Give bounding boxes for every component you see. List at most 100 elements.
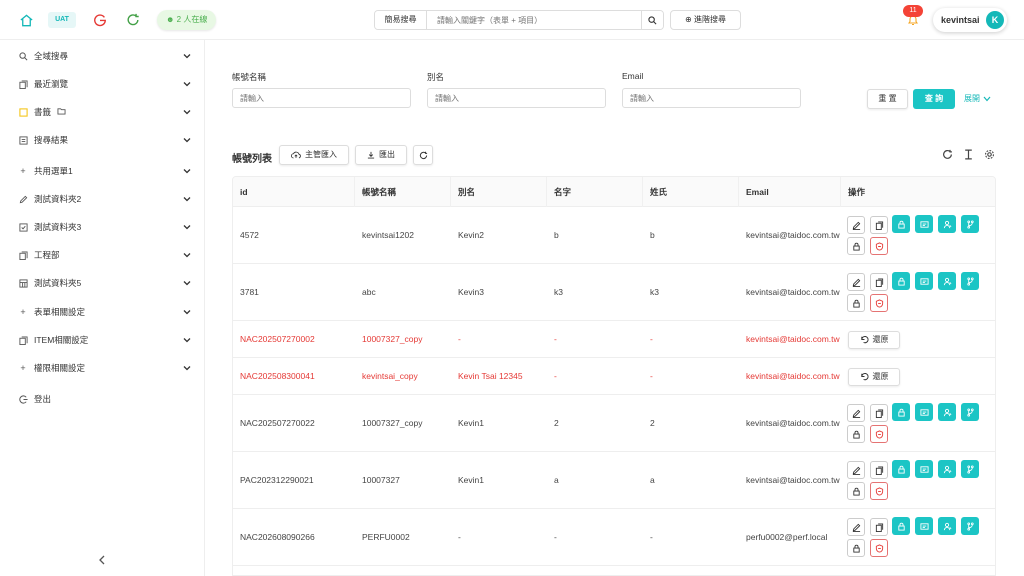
search-button[interactable] [641, 11, 663, 29]
column-header-account[interactable]: 帳號名稱 [355, 177, 451, 207]
cell-alias: - [458, 334, 461, 344]
shield-icon [875, 298, 884, 308]
column-header-alias[interactable]: 別名 [451, 177, 547, 207]
reset-password-button[interactable] [847, 237, 865, 255]
collapse-sidebar-button[interactable] [96, 554, 108, 566]
manager-import-button[interactable]: 主管匯入 [279, 145, 349, 165]
user-menu[interactable]: kevintsai K [933, 8, 1007, 32]
shield-icon [875, 241, 884, 251]
sidebar-item-test-folder-3[interactable]: 測試資料夾3 [0, 213, 205, 241]
cell-id: NAC202507270002 [240, 334, 315, 344]
branch-button[interactable] [961, 403, 979, 421]
sidebar-item-test-folder-2[interactable]: 測試資料夾2 [0, 185, 205, 213]
user-permission-button[interactable] [938, 403, 956, 421]
copy-button[interactable] [870, 518, 888, 536]
cell-last-name: - [650, 371, 653, 381]
notification-count: 11 [903, 5, 923, 17]
profile-card-button[interactable] [915, 403, 933, 421]
sidebar-item-global-search[interactable]: 全域搜尋 [0, 42, 205, 70]
reset-password-button[interactable] [847, 294, 865, 312]
branch-button[interactable] [961, 272, 979, 290]
sidebar-item-logout[interactable]: 登出 [0, 385, 205, 413]
alias-input[interactable] [427, 88, 606, 108]
sidebar-item-recent[interactable]: 最近瀏覽 [0, 70, 205, 98]
export-button[interactable]: 匯出 [355, 145, 407, 165]
column-height-icon[interactable] [962, 148, 974, 160]
lock-button[interactable] [892, 403, 910, 421]
branch-button[interactable] [961, 460, 979, 478]
reset-button[interactable]: 重 置 [867, 89, 908, 109]
sidebar-item-permission-settings[interactable]: + 權限相關設定 [0, 354, 205, 382]
profile-card-button[interactable] [915, 460, 933, 478]
pencil-icon [18, 194, 28, 204]
cell-email: kevintsai@taidoc.com.tw [746, 334, 840, 344]
account-name-input[interactable] [232, 88, 411, 108]
reset-password-button[interactable] [847, 539, 865, 557]
profile-card-button[interactable] [915, 517, 933, 535]
table-row[interactable]: NAC202507270022 10007327_copy Kevin1 2 2 kevi… [233, 395, 995, 452]
revoke-button[interactable] [870, 539, 888, 557]
sidebar-item-form-settings[interactable]: + 表單相關設定 [0, 298, 205, 326]
restore-button[interactable]: 還原 [848, 367, 900, 386]
search-mode-select[interactable]: 簡易搜尋 [375, 11, 427, 29]
copy-button[interactable] [870, 273, 888, 291]
online-users-badge[interactable]: ☻ 2 人在線 [157, 10, 217, 30]
revoke-button[interactable] [870, 425, 888, 443]
lock-button[interactable] [892, 517, 910, 535]
lock-button[interactable] [892, 215, 910, 233]
profile-card-button[interactable] [915, 215, 933, 233]
copy-button[interactable] [870, 216, 888, 234]
column-header-last-name[interactable]: 姓氏 [643, 177, 739, 207]
sidebar-item-bookmarks[interactable]: 書籤 [0, 98, 205, 126]
table-row[interactable]: PAC202312290021 10007327 Kevin1 a a kevintsai… [233, 452, 995, 509]
home-icon[interactable] [18, 12, 34, 28]
table-row[interactable]: 3781 abc Kevin3 k3 k3 kevintsai@taidoc.com.tw [233, 264, 995, 321]
edit-button[interactable] [847, 404, 865, 422]
expand-filters-link[interactable]: 展開 [964, 93, 991, 104]
revoke-button[interactable] [870, 294, 888, 312]
cell-alias: Kevin2 [458, 230, 484, 240]
account-table: id 帳號名稱 別名 名字 姓氏 Email 操作 4572 kevintsai1… [232, 176, 996, 576]
reset-password-button[interactable] [847, 425, 865, 443]
column-header-first-name[interactable]: 名字 [547, 177, 643, 207]
edit-button[interactable] [847, 273, 865, 291]
sidebar-item-item-settings[interactable]: ITEM相關設定 [0, 326, 205, 354]
lock-button[interactable] [892, 272, 910, 290]
restore-button[interactable]: 還原 [848, 330, 900, 349]
revoke-button[interactable] [870, 237, 888, 255]
email-input[interactable] [622, 88, 801, 108]
edit-button[interactable] [847, 461, 865, 479]
refresh-icon[interactable] [941, 148, 953, 160]
column-header-id[interactable]: id [233, 177, 355, 207]
table-row[interactable]: NAC202508300041 kevintsai_copy Kevin Tsai … [233, 358, 995, 395]
branch-button[interactable] [961, 517, 979, 535]
advanced-search-button[interactable]: ⊕ 進階搜尋 [670, 10, 741, 30]
user-permission-button[interactable] [938, 215, 956, 233]
table-row[interactable]: NAC202608090266 PERFU0002 - - - perfu0002@per… [233, 509, 995, 566]
query-button[interactable]: 查 詢 [913, 89, 955, 109]
sidebar-item-search-results[interactable]: 搜尋結果 [0, 126, 205, 154]
user-permission-button[interactable] [938, 517, 956, 535]
user-permission-button[interactable] [938, 272, 956, 290]
revoke-button[interactable] [870, 482, 888, 500]
edit-button[interactable] [847, 216, 865, 234]
sidebar-item-shared-menu[interactable]: + 共用選單1 [0, 157, 205, 185]
copy-button[interactable] [870, 404, 888, 422]
table-row[interactable]: 4572 kevintsai1202 Kevin2 b b kevintsai@taido… [233, 207, 995, 264]
column-header-email[interactable]: Email [739, 177, 841, 207]
branch-button[interactable] [961, 215, 979, 233]
search-input[interactable] [427, 11, 641, 29]
reload-button[interactable] [413, 145, 433, 165]
reset-password-button[interactable] [847, 482, 865, 500]
refresh-icon[interactable] [125, 12, 141, 28]
settings-icon[interactable] [983, 148, 995, 160]
copy-button[interactable] [870, 461, 888, 479]
sidebar-item-test-folder-5[interactable]: 測試資料夾5 [0, 269, 205, 297]
table-row[interactable]: NAC202507270002 10007327_copy - - - kevintsai… [233, 321, 995, 358]
profile-card-button[interactable] [915, 272, 933, 290]
sidebar-item-engineering[interactable]: 工程部 [0, 241, 205, 269]
edit-button[interactable] [847, 518, 865, 536]
google-icon[interactable] [92, 12, 108, 28]
user-permission-button[interactable] [938, 460, 956, 478]
lock-button[interactable] [892, 460, 910, 478]
